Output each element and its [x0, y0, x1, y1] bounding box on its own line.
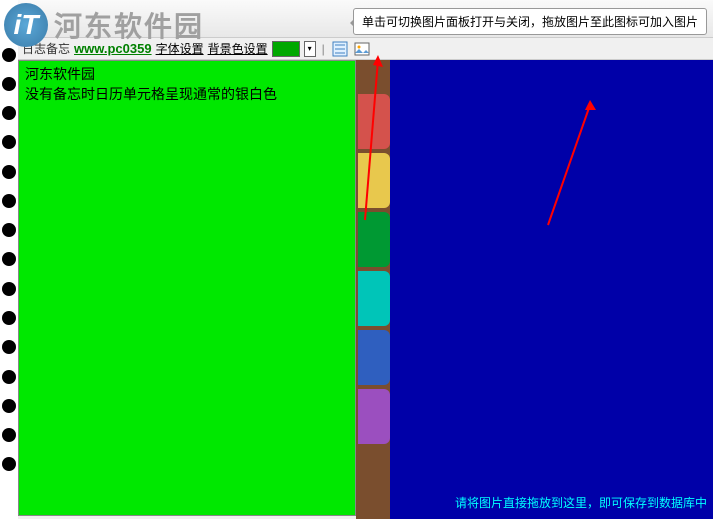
- spiral-hole: [2, 135, 16, 149]
- editor-line-1: 河东软件园: [25, 65, 349, 85]
- spiral-hole: [2, 77, 16, 91]
- color-tab-blue[interactable]: [358, 330, 390, 385]
- color-tab-purple[interactable]: [358, 389, 390, 444]
- spiral-hole: [2, 165, 16, 179]
- color-tab-teal[interactable]: [358, 271, 390, 326]
- spiral-hole: [2, 223, 16, 237]
- memo-label: 日志备忘: [22, 40, 70, 57]
- website-link[interactable]: www.pc0359: [74, 41, 152, 56]
- notebook-spiral: [0, 0, 18, 519]
- spiral-hole: [2, 311, 16, 325]
- background-setting-link[interactable]: 背景色设置: [208, 40, 268, 57]
- spiral-hole: [2, 428, 16, 442]
- font-setting-link[interactable]: 字体设置: [156, 40, 204, 57]
- spiral-hole: [2, 194, 16, 208]
- spiral-hole: [2, 370, 16, 384]
- settings-bar: 日志备忘 www.pc0359 字体设置 背景色设置 ▾ |: [18, 38, 713, 60]
- spiral-hole: [2, 48, 16, 62]
- image-drop-panel[interactable]: 请将图片直接拖放到这里，即可保存到数据库中: [390, 60, 713, 519]
- color-dropdown-icon[interactable]: ▾: [304, 41, 316, 57]
- drop-hint-text: 请将图片直接拖放到这里，即可保存到数据库中: [455, 494, 707, 511]
- color-tabs-column: [356, 60, 390, 519]
- spiral-hole: [2, 399, 16, 413]
- color-tab-green[interactable]: [358, 212, 390, 267]
- color-picker-swatch[interactable]: [272, 41, 300, 57]
- spiral-hole: [2, 252, 16, 266]
- spiral-hole: [2, 340, 16, 354]
- image-panel-icon[interactable]: [353, 41, 371, 57]
- memo-editor[interactable]: 河东软件园 没有备忘时日历单元格呈现通常的银白色: [18, 60, 356, 516]
- editor-area: 河东软件园 没有备忘时日历单元格呈现通常的银白色 请将图片直接拖放到这里，即可保…: [18, 60, 713, 519]
- tooltip-text: 单击可切换图片面板打开与关闭，拖放图片至此图标可加入图片: [362, 15, 698, 29]
- main-container: 日志备忘 www.pc0359 字体设置 背景色设置 ▾ | 河东软件园 没有备…: [0, 0, 713, 519]
- editor-line-2: 没有备忘时日历单元格呈现通常的银白色: [25, 85, 349, 105]
- separator: |: [322, 42, 325, 56]
- spiral-hole: [2, 457, 16, 471]
- color-tab-yellow[interactable]: [358, 153, 390, 208]
- spiral-hole: [2, 282, 16, 296]
- image-panel-tooltip: 单击可切换图片面板打开与关闭，拖放图片至此图标可加入图片: [353, 8, 707, 35]
- content-area: 日志备忘 www.pc0359 字体设置 背景色设置 ▾ | 河东软件园 没有备…: [18, 0, 713, 519]
- color-tab-red[interactable]: [358, 94, 390, 149]
- spiral-hole: [2, 106, 16, 120]
- notes-list-icon[interactable]: [331, 41, 349, 57]
